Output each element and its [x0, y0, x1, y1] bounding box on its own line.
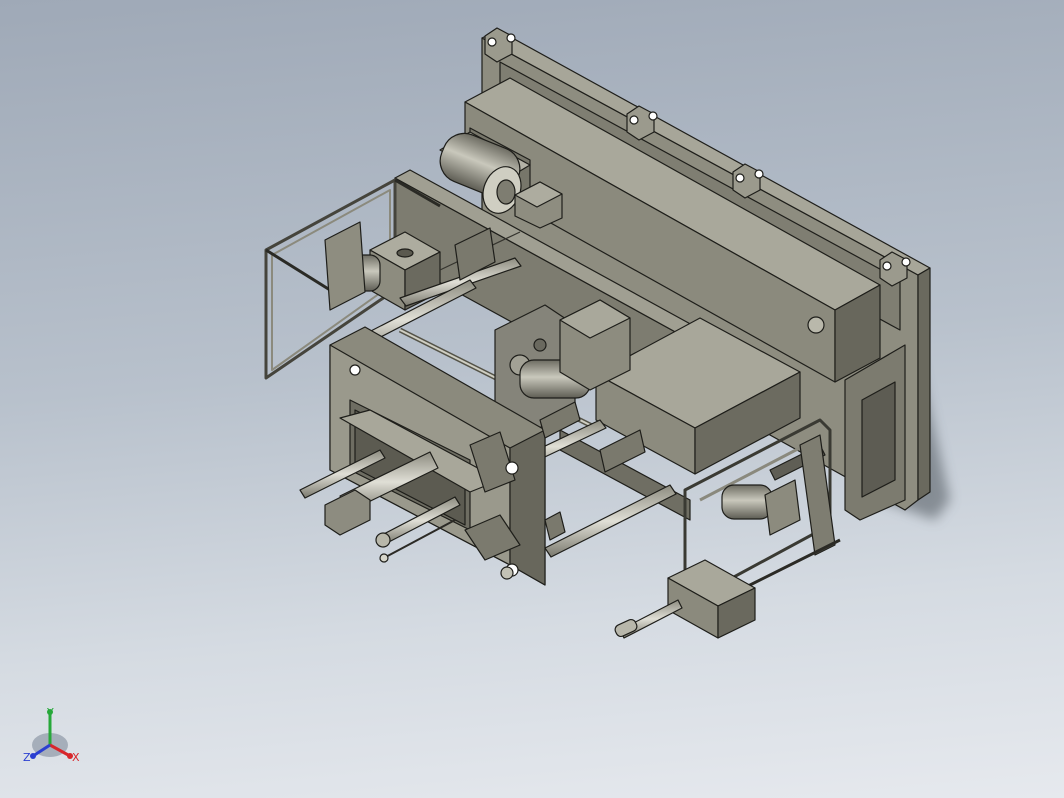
view-orientation-triad[interactable]: Y X Z	[23, 706, 80, 764]
cad-model-view[interactable]: Y X Z	[0, 0, 1064, 798]
x-axis-label: X	[72, 751, 80, 764]
purge-block	[614, 559, 756, 639]
y-axis-label: Y	[46, 706, 54, 719]
graphics-viewport[interactable]: Y X Z	[0, 0, 1064, 798]
z-axis-label: Z	[23, 751, 31, 764]
injection-molding-machine-model[interactable]	[264, 27, 950, 639]
z-axis-tip	[30, 753, 36, 759]
